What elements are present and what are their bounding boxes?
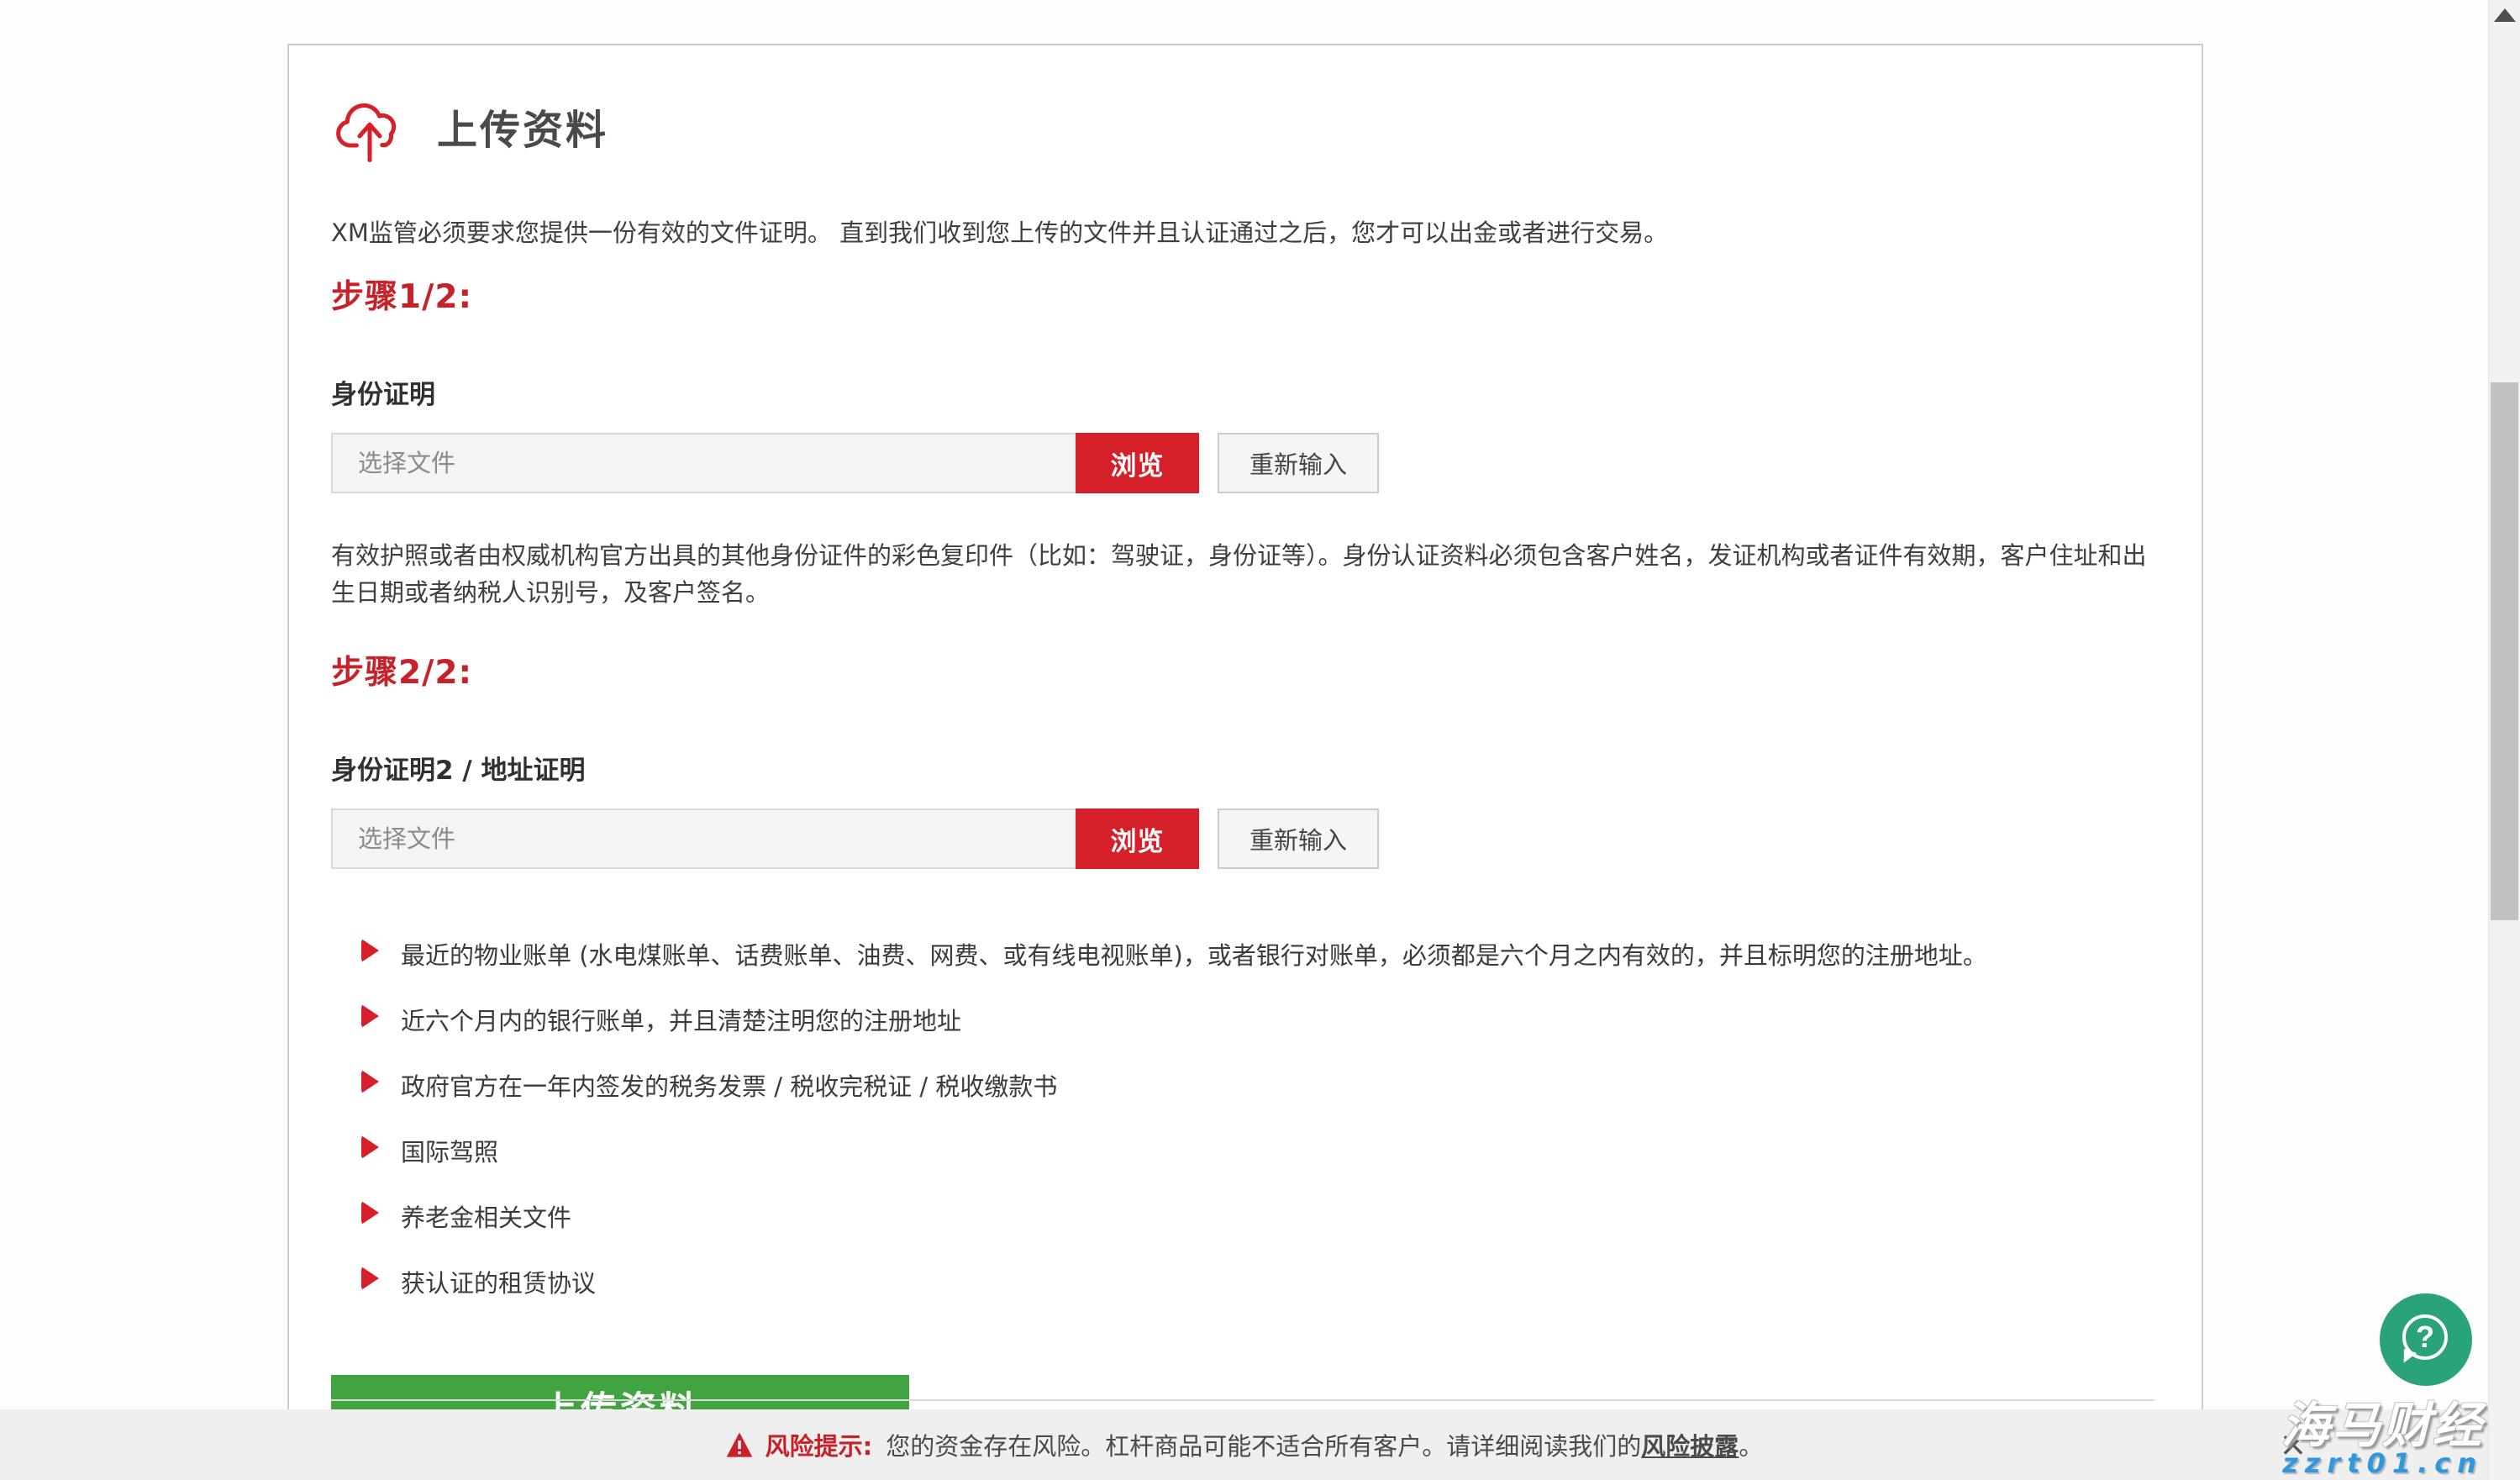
step1-heading: 步骤1/2:: [331, 271, 2154, 318]
card-header: 上传资料: [331, 87, 2154, 165]
step1-reset-button[interactable]: 重新输入: [1218, 433, 1379, 493]
page: 上传资料 XM监管必须要求您提供一份有效的文件证明。 直到我们收到您上传的文件并…: [0, 0, 2520, 1480]
help-bubble-icon: ?: [2400, 1314, 2452, 1366]
question-mark-icon: ?: [2402, 1314, 2448, 1360]
bullet-triangle-icon: [361, 1201, 379, 1225]
step2-field-label: 身份证明2 / 地址证明: [331, 749, 2154, 787]
document-list-item-text: 获认证的租赁协议: [401, 1264, 596, 1299]
step1-file-input[interactable]: [331, 433, 1076, 493]
step1-browse-button[interactable]: 浏览: [1076, 433, 1199, 493]
document-list-item: 养老金相关文件: [331, 1198, 2154, 1234]
bullet-triangle-icon: [361, 1004, 379, 1028]
step2-heading: 步骤2/2:: [331, 646, 2154, 693]
step1-file-row: 浏览 重新输入: [331, 433, 2154, 493]
step1-description: 有效护照或者由权威机构官方出具的其他身份证件的彩色复印件（比如：驾驶证，身份证等…: [331, 537, 2154, 611]
document-list-item-text: 最近的物业账单 (水电煤账单、话费账单、油费、网费、或有线电视账单)，或者银行对…: [401, 936, 1987, 972]
document-list-item-text: 近六个月内的银行账单，并且清楚注明您的注册地址: [401, 1002, 961, 1037]
document-list-item-text: 养老金相关文件: [401, 1198, 571, 1234]
vertical-scrollbar[interactable]: [2488, 0, 2520, 1480]
bullet-triangle-icon: [361, 939, 379, 962]
bullet-triangle-icon: [361, 1267, 379, 1290]
risk-bar-close-button[interactable]: ×: [2273, 1409, 2313, 1480]
scrollbar-up-arrow-icon[interactable]: [2494, 8, 2516, 22]
help-chat-button[interactable]: ?: [2380, 1293, 2472, 1386]
risk-disclosure-link[interactable]: 风险披露: [1641, 1432, 1739, 1461]
document-list-item-text: 国际驾照: [401, 1133, 498, 1168]
page-title: 上传资料: [437, 97, 608, 155]
risk-warning-text: 您的资金存在风险。杠杆商品可能不适合所有客户。请详细阅读我们的风险披露。: [886, 1427, 1763, 1462]
document-list-item: 近六个月内的银行账单，并且清楚注明您的注册地址: [331, 1002, 2154, 1037]
step2-browse-button[interactable]: 浏览: [1076, 808, 1199, 869]
document-list: 最近的物业账单 (水电煤账单、话费账单、油费、网费、或有线电视账单)，或者银行对…: [331, 936, 2154, 1299]
scrollbar-thumb[interactable]: [2491, 382, 2518, 920]
step2-file-input[interactable]: [331, 808, 1076, 869]
warning-triangle-icon: [725, 1431, 754, 1458]
card-footer-divider: [331, 1399, 2154, 1401]
step1-field-label: 身份证明: [331, 373, 2154, 411]
document-list-item: 国际驾照: [331, 1133, 2154, 1168]
step2-reset-button[interactable]: 重新输入: [1218, 808, 1379, 869]
risk-warning-bar: 风险提示: 您的资金存在风险。杠杆商品可能不适合所有客户。请详细阅读我们的风险披…: [0, 1409, 2488, 1480]
document-list-item: 获认证的租赁协议: [331, 1264, 2154, 1299]
upload-card: 上传资料 XM监管必须要求您提供一份有效的文件证明。 直到我们收到您上传的文件并…: [287, 44, 2203, 1480]
document-list-item-text: 政府官方在一年内签发的税务发票 / 税收完税证 / 税收缴款书: [401, 1067, 1057, 1103]
upload-cloud-icon: [331, 88, 408, 164]
step2-file-row: 浏览 重新输入: [331, 808, 2154, 869]
intro-text: XM监管必须要求您提供一份有效的文件证明。 直到我们收到您上传的文件并且认证通过…: [331, 213, 2154, 249]
risk-warning-content: 风险提示: 您的资金存在风险。杠杆商品可能不适合所有客户。请详细阅读我们的风险披…: [725, 1427, 1764, 1462]
document-list-item: 最近的物业账单 (水电煤账单、话费账单、油费、网费、或有线电视账单)，或者银行对…: [331, 936, 2154, 972]
bullet-triangle-icon: [361, 1135, 379, 1159]
risk-warning-label: 风险提示:: [765, 1427, 873, 1462]
bullet-triangle-icon: [361, 1070, 379, 1093]
document-list-item: 政府官方在一年内签发的税务发票 / 税收完税证 / 税收缴款书: [331, 1067, 2154, 1103]
